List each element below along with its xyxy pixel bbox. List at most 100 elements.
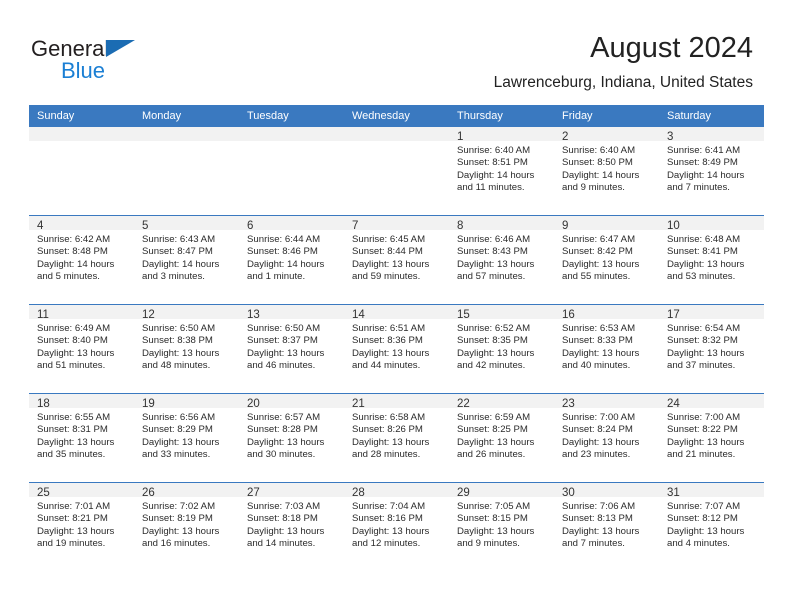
sunrise-text: Sunrise: 6:53 AM xyxy=(562,323,636,334)
calendar-day-cell[interactable]: 20 Sunrise: 6:57 AM Sunset: 8:28 PM Dayligh… xyxy=(239,394,344,482)
calendar-day-cell[interactable]: 6 Sunrise: 6:44 AM Sunset: 8:46 PM Daylight… xyxy=(239,216,344,304)
daylight-text-line2: and 55 minutes. xyxy=(562,270,631,282)
calendar-day-cell[interactable]: 14 Sunrise: 6:51 AM Sunset: 8:36 PM Dayligh… xyxy=(344,305,449,393)
calendar-day[interactable]: 23 Sunrise: 7:00 AM Sunset: 8:24 PM Dayligh… xyxy=(554,394,659,482)
calendar-day-cell[interactable]: 24 Sunrise: 7:00 AM Sunset: 8:22 PM Dayligh… xyxy=(659,394,764,482)
calendar-day-cell[interactable]: 2 Sunrise: 6:40 AM Sunset: 8:50 PM Daylight… xyxy=(554,127,659,215)
page-subtitle: Lawrenceburg, Indiana, United States xyxy=(493,74,753,91)
calendar-day[interactable]: 9 Sunrise: 6:47 AM Sunset: 8:42 PM Daylight… xyxy=(554,216,659,304)
calendar-day-cell[interactable]: 28 Sunrise: 7:04 AM Sunset: 8:16 PM Dayligh… xyxy=(344,483,449,571)
daylight-text-line1: Daylight: 13 hours xyxy=(142,436,220,448)
sunrise-text: Sunrise: 6:46 AM xyxy=(457,234,531,245)
calendar-day-cell[interactable]: 5 Sunrise: 6:43 AM Sunset: 8:47 PM Daylight… xyxy=(134,216,239,304)
calendar-day-cell[interactable]: 3 Sunrise: 6:41 AM Sunset: 8:49 PM Daylight… xyxy=(659,127,764,215)
calendar-day[interactable]: 16 Sunrise: 6:53 AM Sunset: 8:33 PM Dayligh… xyxy=(554,305,659,393)
calendar-day[interactable]: 18 Sunrise: 6:55 AM Sunset: 8:31 PM Dayligh… xyxy=(29,394,134,482)
calendar-day[interactable]: 8 Sunrise: 6:46 AM Sunset: 8:43 PM Daylight… xyxy=(449,216,554,304)
day-number: 17 xyxy=(659,305,764,321)
day-details: Sunrise: 6:50 AM Sunset: 8:38 PM Daylight:… xyxy=(134,319,239,372)
sunset-text: Sunset: 8:37 PM xyxy=(247,335,318,347)
calendar-day-cell[interactable] xyxy=(134,127,239,215)
calendar-day[interactable]: 14 Sunrise: 6:51 AM Sunset: 8:36 PM Dayligh… xyxy=(344,305,449,393)
calendar-day[interactable]: 11 Sunrise: 6:49 AM Sunset: 8:40 PM Dayligh… xyxy=(29,305,134,393)
calendar-day[interactable]: 21 Sunrise: 6:58 AM Sunset: 8:26 PM Dayligh… xyxy=(344,394,449,482)
calendar-day[interactable]: 13 Sunrise: 6:50 AM Sunset: 8:37 PM Dayligh… xyxy=(239,305,344,393)
sunrise-text: Sunrise: 7:00 AM xyxy=(562,412,636,423)
daylight-text-line2: and 51 minutes. xyxy=(37,359,106,371)
sunset-text: Sunset: 8:36 PM xyxy=(352,335,423,347)
calendar-day-cell[interactable]: 27 Sunrise: 7:03 AM Sunset: 8:18 PM Dayligh… xyxy=(239,483,344,571)
calendar-day[interactable]: 28 Sunrise: 7:04 AM Sunset: 8:16 PM Dayligh… xyxy=(344,483,449,571)
calendar-day[interactable]: 4 Sunrise: 6:42 AM Sunset: 8:48 PM Daylight… xyxy=(29,216,134,304)
calendar-day-cell[interactable]: 31 Sunrise: 7:07 AM Sunset: 8:12 PM Dayligh… xyxy=(659,483,764,571)
calendar-day[interactable]: 27 Sunrise: 7:03 AM Sunset: 8:18 PM Dayligh… xyxy=(239,483,344,571)
calendar-day-cell[interactable]: 17 Sunrise: 6:54 AM Sunset: 8:32 PM Dayligh… xyxy=(659,305,764,393)
calendar-day-cell[interactable] xyxy=(239,127,344,215)
calendar-day-cell[interactable]: 23 Sunrise: 7:00 AM Sunset: 8:24 PM Dayligh… xyxy=(554,394,659,482)
sunrise-text: Sunrise: 6:41 AM xyxy=(667,145,741,156)
daylight-text-line1: Daylight: 13 hours xyxy=(667,525,745,537)
calendar-day[interactable]: 22 Sunrise: 6:59 AM Sunset: 8:25 PM Dayligh… xyxy=(449,394,554,482)
calendar-day[interactable]: 19 Sunrise: 6:56 AM Sunset: 8:29 PM Dayligh… xyxy=(134,394,239,482)
weekday-header-monday: Monday xyxy=(134,105,239,127)
daylight-text-line1: Daylight: 13 hours xyxy=(457,258,535,270)
daylight-text-line2: and 21 minutes. xyxy=(667,448,736,460)
calendar-day-cell[interactable]: 4 Sunrise: 6:42 AM Sunset: 8:48 PM Daylight… xyxy=(29,216,134,304)
day-number: 8 xyxy=(449,216,554,232)
calendar-day-cell[interactable] xyxy=(29,127,134,215)
calendar-day-cell[interactable]: 16 Sunrise: 6:53 AM Sunset: 8:33 PM Dayligh… xyxy=(554,305,659,393)
calendar-day[interactable]: 10 Sunrise: 6:48 AM Sunset: 8:41 PM Dayligh… xyxy=(659,216,764,304)
calendar-day[interactable]: 5 Sunrise: 6:43 AM Sunset: 8:47 PM Daylight… xyxy=(134,216,239,304)
calendar-day[interactable]: 12 Sunrise: 6:50 AM Sunset: 8:38 PM Dayligh… xyxy=(134,305,239,393)
day-details: Sunrise: 6:42 AM Sunset: 8:48 PM Daylight:… xyxy=(29,230,134,283)
daylight-text-line2: and 12 minutes. xyxy=(352,537,421,549)
calendar-day[interactable]: 17 Sunrise: 6:54 AM Sunset: 8:32 PM Dayligh… xyxy=(659,305,764,393)
day-number: 11 xyxy=(29,305,134,321)
calendar-day[interactable]: 7 Sunrise: 6:45 AM Sunset: 8:44 PM Daylight… xyxy=(344,216,449,304)
calendar-day-cell[interactable]: 15 Sunrise: 6:52 AM Sunset: 8:35 PM Dayligh… xyxy=(449,305,554,393)
calendar-day[interactable]: 29 Sunrise: 7:05 AM Sunset: 8:15 PM Dayligh… xyxy=(449,483,554,571)
calendar-day-empty xyxy=(134,127,239,215)
calendar-day-cell[interactable]: 1 Sunrise: 6:40 AM Sunset: 8:51 PM Daylight… xyxy=(449,127,554,215)
calendar-day-cell[interactable]: 29 Sunrise: 7:05 AM Sunset: 8:15 PM Dayligh… xyxy=(449,483,554,571)
calendar-day-cell[interactable] xyxy=(344,127,449,215)
calendar-day-cell[interactable]: 22 Sunrise: 6:59 AM Sunset: 8:25 PM Dayligh… xyxy=(449,394,554,482)
calendar-day[interactable]: 2 Sunrise: 6:40 AM Sunset: 8:50 PM Daylight… xyxy=(554,127,659,215)
calendar-day[interactable]: 15 Sunrise: 6:52 AM Sunset: 8:35 PM Dayligh… xyxy=(449,305,554,393)
calendar-day-cell[interactable]: 21 Sunrise: 6:58 AM Sunset: 8:26 PM Dayligh… xyxy=(344,394,449,482)
daylight-text-line1: Daylight: 13 hours xyxy=(562,258,640,270)
day-number: 24 xyxy=(659,394,764,410)
sunset-text: Sunset: 8:50 PM xyxy=(562,157,633,169)
day-number: 19 xyxy=(134,394,239,410)
calendar-day[interactable]: 25 Sunrise: 7:01 AM Sunset: 8:21 PM Dayligh… xyxy=(29,483,134,571)
calendar-day[interactable]: 30 Sunrise: 7:06 AM Sunset: 8:13 PM Dayligh… xyxy=(554,483,659,571)
calendar-day[interactable]: 20 Sunrise: 6:57 AM Sunset: 8:28 PM Dayligh… xyxy=(239,394,344,482)
calendar-day-cell[interactable]: 30 Sunrise: 7:06 AM Sunset: 8:13 PM Dayligh… xyxy=(554,483,659,571)
calendar-day[interactable]: 3 Sunrise: 6:41 AM Sunset: 8:49 PM Daylight… xyxy=(659,127,764,215)
calendar-day[interactable]: 1 Sunrise: 6:40 AM Sunset: 8:51 PM Daylight… xyxy=(449,127,554,215)
calendar-day-cell[interactable]: 19 Sunrise: 6:56 AM Sunset: 8:29 PM Dayligh… xyxy=(134,394,239,482)
general-blue-logo[interactable]: General Blue xyxy=(31,36,261,92)
sunset-text: Sunset: 8:42 PM xyxy=(562,246,633,258)
daylight-text-line1: Daylight: 13 hours xyxy=(562,436,640,448)
calendar-day-cell[interactable]: 10 Sunrise: 6:48 AM Sunset: 8:41 PM Dayligh… xyxy=(659,216,764,304)
calendar-day-cell[interactable]: 7 Sunrise: 6:45 AM Sunset: 8:44 PM Daylight… xyxy=(344,216,449,304)
calendar-day-cell[interactable]: 11 Sunrise: 6:49 AM Sunset: 8:40 PM Dayligh… xyxy=(29,305,134,393)
calendar-day-cell[interactable]: 9 Sunrise: 6:47 AM Sunset: 8:42 PM Daylight… xyxy=(554,216,659,304)
calendar-day-cell[interactable]: 12 Sunrise: 6:50 AM Sunset: 8:38 PM Dayligh… xyxy=(134,305,239,393)
calendar-day[interactable]: 31 Sunrise: 7:07 AM Sunset: 8:12 PM Dayligh… xyxy=(659,483,764,571)
calendar-day-cell[interactable]: 25 Sunrise: 7:01 AM Sunset: 8:21 PM Dayligh… xyxy=(29,483,134,571)
calendar-day-cell[interactable]: 18 Sunrise: 6:55 AM Sunset: 8:31 PM Dayligh… xyxy=(29,394,134,482)
calendar-day-cell[interactable]: 8 Sunrise: 6:46 AM Sunset: 8:43 PM Daylight… xyxy=(449,216,554,304)
calendar-day[interactable]: 6 Sunrise: 6:44 AM Sunset: 8:46 PM Daylight… xyxy=(239,216,344,304)
daylight-text-line1: Daylight: 13 hours xyxy=(37,525,115,537)
daylight-text-line2: and 44 minutes. xyxy=(352,359,421,371)
daylight-text-line2: and 35 minutes. xyxy=(37,448,106,460)
calendar-day-cell[interactable]: 26 Sunrise: 7:02 AM Sunset: 8:19 PM Dayligh… xyxy=(134,483,239,571)
daylight-text-line2: and 14 minutes. xyxy=(247,537,316,549)
day-details: Sunrise: 6:49 AM Sunset: 8:40 PM Daylight:… xyxy=(29,319,134,372)
calendar-day[interactable]: 26 Sunrise: 7:02 AM Sunset: 8:19 PM Dayligh… xyxy=(134,483,239,571)
calendar-day-cell[interactable]: 13 Sunrise: 6:50 AM Sunset: 8:37 PM Dayligh… xyxy=(239,305,344,393)
daylight-text-line1: Daylight: 13 hours xyxy=(37,436,115,448)
calendar-day[interactable]: 24 Sunrise: 7:00 AM Sunset: 8:22 PM Dayligh… xyxy=(659,394,764,482)
